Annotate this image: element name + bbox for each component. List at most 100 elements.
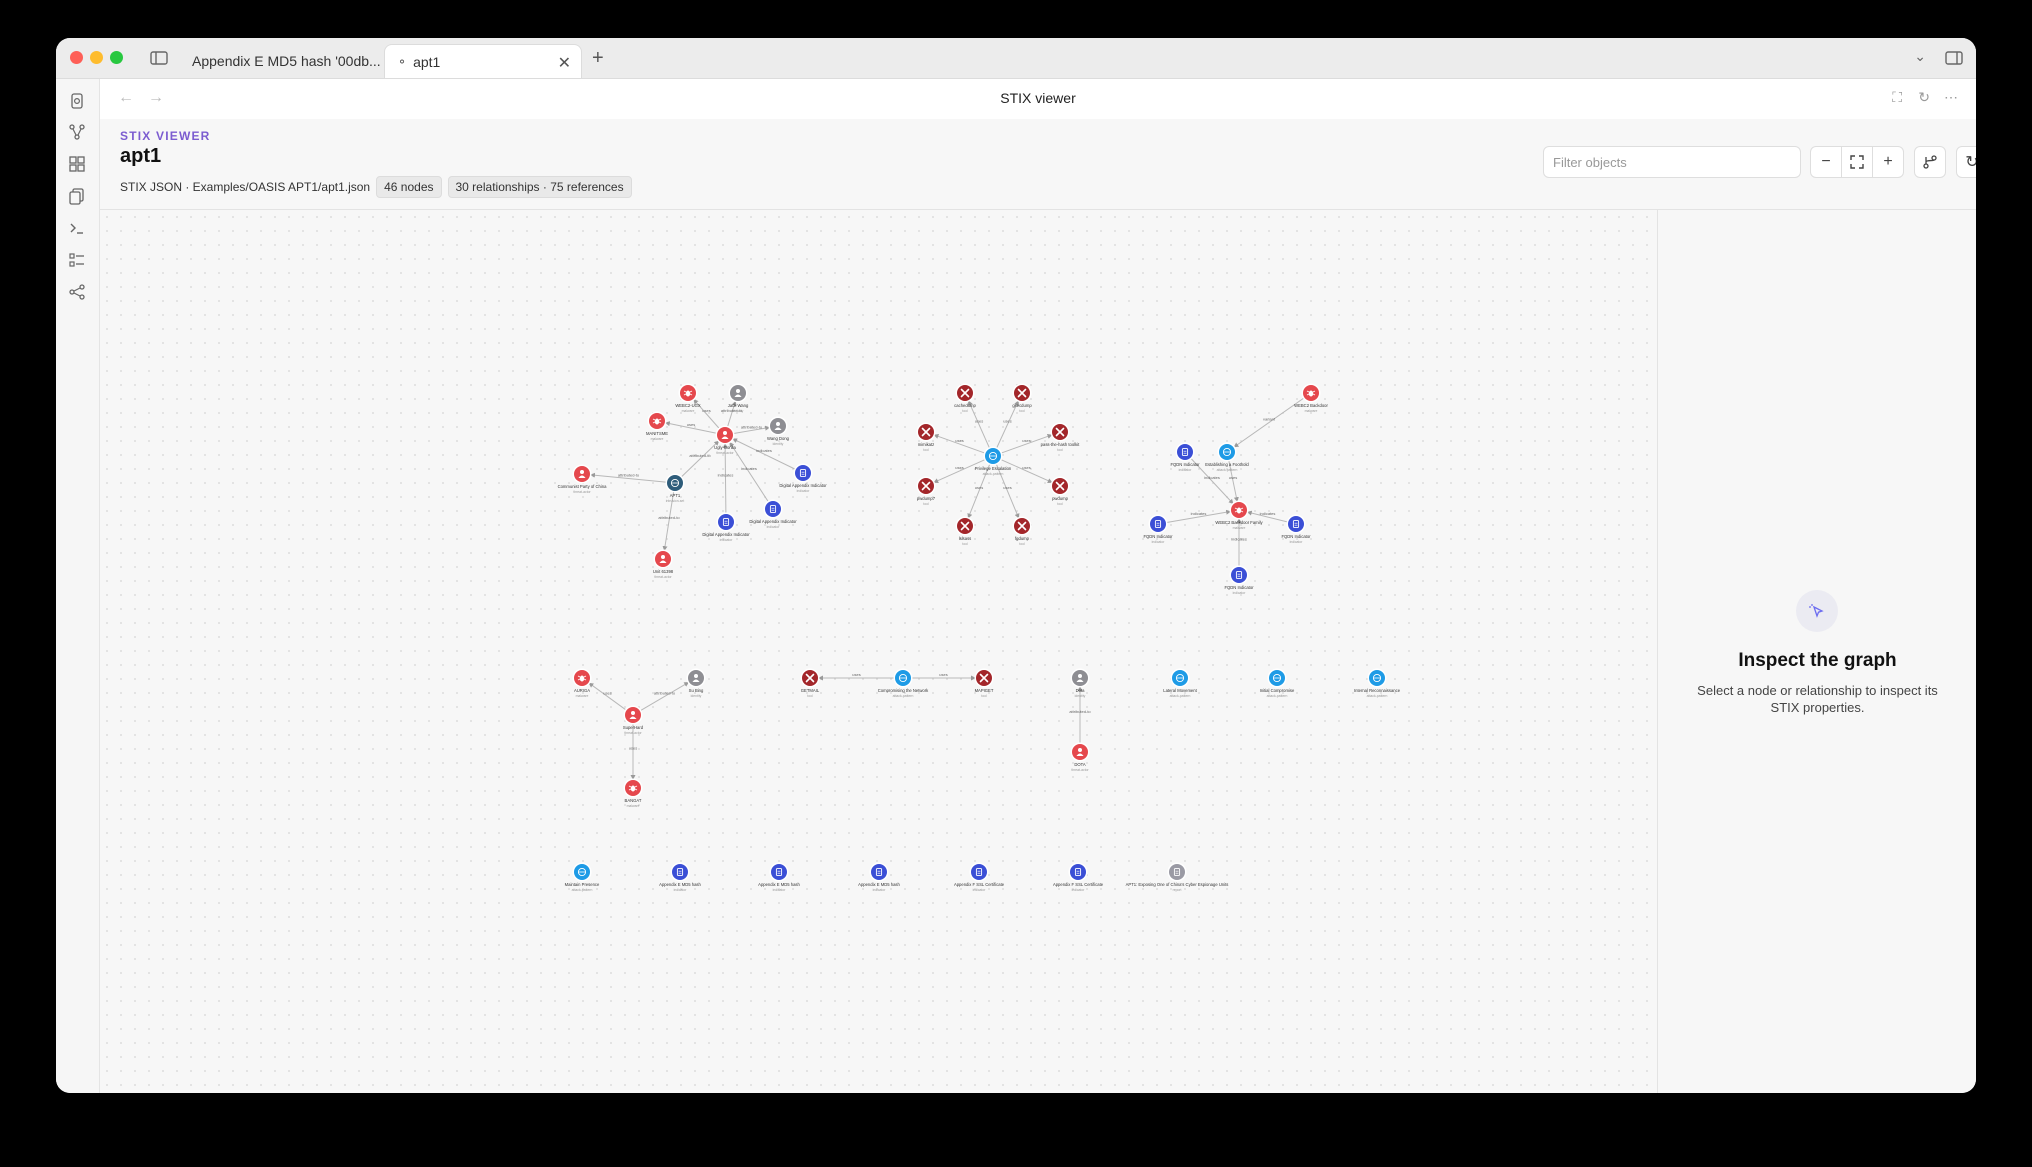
- node-label: cachedump: [954, 403, 976, 408]
- open-quick-switcher-icon[interactable]: [68, 92, 86, 110]
- node-report[interactable]: APT1: Exposing One of China's Cyber Espi…: [1126, 862, 1229, 893]
- source-path: STIX JSON · Examples/OASIS APT1/apt1.jso…: [120, 180, 371, 194]
- tab-apt1[interactable]: ⚬ apt1 ✕: [384, 44, 582, 78]
- node-apt1[interactable]: APT1intrusion-set: [665, 473, 685, 504]
- node-label: WEBC2 Backdoor: [1294, 403, 1328, 408]
- checklist-icon[interactable]: [68, 251, 86, 269]
- filter-objects-input[interactable]: [1543, 146, 1801, 178]
- edge-apt1-ccp[interactable]: attributed-to: [589, 473, 668, 483]
- edge-comp-network-gethashes[interactable]: uses: [818, 672, 895, 681]
- node-wang-dong[interactable]: Wang Dongidentity: [767, 416, 790, 447]
- nodes-badge: 46 nodes: [376, 176, 442, 198]
- node-initial[interactable]: Initial Compromiseattack-pattern: [1260, 668, 1295, 699]
- right-sidebar-toggle-icon[interactable]: [1944, 48, 1964, 68]
- node-ind-c[interactable]: Digital Appendix Indicatorindicator: [779, 463, 827, 494]
- node-mimikatz[interactable]: mimikatztool: [916, 422, 936, 453]
- node-fqdn-2[interactable]: FQDN Indicatorindicator: [1143, 514, 1173, 545]
- terminal-icon[interactable]: [68, 219, 86, 237]
- node-unit-61398[interactable]: Unit 61398threat-actor: [653, 549, 674, 580]
- edge-comp-network-mapiget[interactable]: uses: [911, 672, 976, 681]
- edge-superhard-auriga[interactable]: uses: [588, 682, 627, 711]
- node-dota[interactable]: DOTAthreat-actor: [1070, 742, 1090, 773]
- node-bangat[interactable]: BANGATmalware: [623, 778, 643, 809]
- node-su-bing[interactable]: Su Bingidentity: [686, 668, 706, 699]
- node-fqdn-4[interactable]: FQDN Indicatorindicator: [1224, 565, 1254, 596]
- node-type-label: indicator: [873, 888, 887, 892]
- node-webc2-grp[interactable]: WEBC2 Backdoor Familymalware: [1215, 500, 1264, 531]
- expand-icon[interactable]: ⛶: [1892, 89, 1902, 106]
- node-gethashes[interactable]: GETMAILtool: [800, 668, 820, 699]
- edge-privesc-mimikatz[interactable]: uses: [933, 434, 986, 454]
- sidebar-toggle-icon[interactable]: [149, 48, 169, 68]
- edge-privesc-pwdump[interactable]: uses: [1000, 458, 1053, 484]
- node-label: GETMAIL: [801, 688, 820, 693]
- node-app-e3[interactable]: Appendix E MD5 hashindicator: [858, 862, 901, 893]
- zoom-out-button[interactable]: −: [1810, 146, 1842, 178]
- node-label: DOTA: [1074, 762, 1086, 767]
- edge-label: indicates: [1231, 537, 1247, 542]
- node-app-e1[interactable]: Appendix E MD5 hashindicator: [659, 862, 702, 893]
- node-pwdump[interactable]: pwdumptool: [1050, 476, 1070, 507]
- edge-privesc-pwdump7[interactable]: uses: [933, 458, 986, 484]
- node-type-label: tool: [1019, 542, 1025, 546]
- node-mapiget[interactable]: MAPIGETtool: [974, 668, 994, 699]
- node-ind-b[interactable]: Digital Appendix Indicatorindicator: [749, 499, 797, 530]
- new-tab-icon[interactable]: +: [592, 47, 604, 70]
- edge-label: uses: [629, 746, 637, 751]
- node-ind-a[interactable]: Digital Appendix Indicatorindicator: [702, 512, 750, 543]
- node-ugly-gorilla[interactable]: Ugly Gorillathreat-actor: [714, 425, 736, 456]
- node-label: Lateral Movement: [1163, 688, 1197, 693]
- node-pwdump7[interactable]: pwdump7tool: [916, 476, 936, 507]
- cursor-sparkle-icon: [1796, 590, 1838, 632]
- layout-button[interactable]: [1914, 146, 1946, 178]
- node-recon[interactable]: Internal Reconnaissanceattack-pattern: [1354, 668, 1401, 699]
- fit-view-button[interactable]: [1841, 146, 1873, 178]
- copy-icon[interactable]: [68, 187, 86, 205]
- graph-canvas[interactable]: uses attributed-to uses attributed-to indica…: [100, 210, 1657, 1093]
- edge-ugly-gorilla-manitsme[interactable]: uses: [664, 421, 718, 434]
- stix-graph-icon[interactable]: [68, 283, 86, 301]
- node-app-e2[interactable]: Appendix E MD5 hashindicator: [758, 862, 801, 893]
- node-comp-network[interactable]: Compromising the Networkattack-pattern: [878, 668, 929, 699]
- edge-superhard-su-bing[interactable]: attributed-to: [639, 681, 690, 712]
- zoom-window-button[interactable]: [110, 51, 123, 64]
- node-type-label: tool: [981, 694, 987, 698]
- node-fqdn-3[interactable]: FQDN Indicatorindicator: [1281, 514, 1311, 545]
- chevron-down-icon[interactable]: ⌄: [1914, 48, 1926, 65]
- edge-ind-c-ugly-gorilla[interactable]: indicates: [731, 438, 797, 470]
- tab-label: apt1: [413, 53, 441, 70]
- zoom-in-button[interactable]: +: [1872, 146, 1904, 178]
- minimize-window-button[interactable]: [90, 51, 103, 64]
- node-webc2-s[interactable]: WEBC2 Backdoormalware: [1294, 383, 1328, 414]
- node-app-f1[interactable]: Appendix F SSL Certificateindicator: [954, 862, 1005, 893]
- reload-button[interactable]: ↻: [1956, 146, 1976, 178]
- node-est-foothold[interactable]: Establishing a Footholdattack-pattern: [1205, 442, 1249, 473]
- node-type-label: attack-pattern: [893, 694, 914, 698]
- edge-label: uses: [975, 485, 983, 490]
- node-maintain[interactable]: Maintain Presenceattack-pattern: [565, 862, 600, 893]
- canvas-icon[interactable]: [68, 155, 86, 173]
- more-options-icon[interactable]: ⋯: [1944, 89, 1958, 106]
- close-tab-icon[interactable]: ✕: [558, 53, 571, 73]
- node-type-label: threat-actor: [716, 451, 734, 455]
- node-superhard[interactable]: SuperHardthreat-actor: [623, 705, 644, 736]
- node-cachedump[interactable]: cachedumptool: [954, 383, 976, 414]
- node-lslsass[interactable]: lslsasstool: [955, 516, 975, 547]
- edge-ugly-gorilla-wang-dong[interactable]: attributed-to: [732, 425, 771, 435]
- node-manitsme[interactable]: MANITSMEmalware: [646, 411, 668, 442]
- node-lateral[interactable]: Lateral Movementattack-pattern: [1163, 668, 1198, 699]
- node-type-label: indicator: [1072, 888, 1086, 892]
- node-label: WEBC2-UGX: [675, 403, 701, 408]
- node-dota-id[interactable]: Dotaidentity: [1070, 668, 1090, 699]
- node-auriga[interactable]: AURIGAmalware: [572, 668, 592, 699]
- node-app-f2[interactable]: Appendix F SSL Certificateindicator: [1053, 862, 1104, 893]
- edge-label: indicates: [1204, 475, 1220, 480]
- close-window-button[interactable]: [70, 51, 83, 64]
- node-fqdn-1[interactable]: FQDN Indicatorindicator: [1170, 442, 1200, 473]
- node-webc2-ugx[interactable]: WEBC2-UGXmalware: [675, 383, 701, 414]
- stix-graph[interactable]: uses attributed-to uses attributed-to indica…: [100, 210, 1657, 1093]
- graph-view-icon[interactable]: [68, 123, 86, 141]
- node-fgdump[interactable]: fgdumptool: [1012, 516, 1032, 547]
- refresh-icon[interactable]: ↻: [1918, 89, 1930, 106]
- node-ccp[interactable]: Communist Party of Chinathreat-actor: [558, 464, 608, 495]
